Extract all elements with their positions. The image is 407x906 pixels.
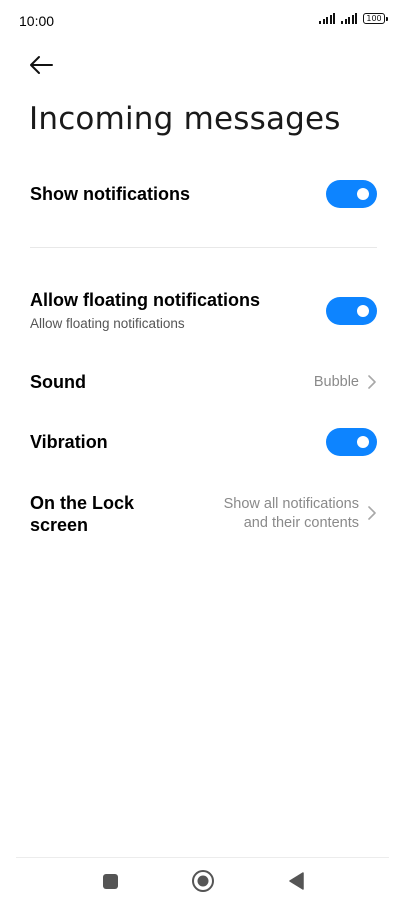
allow-floating-toggle[interactable] bbox=[326, 297, 377, 325]
sound-label: Sound bbox=[30, 372, 86, 392]
vibration-toggle[interactable] bbox=[326, 428, 377, 456]
chevron-right-icon bbox=[368, 506, 376, 520]
chevron-right-icon bbox=[368, 375, 376, 389]
divider bbox=[30, 247, 377, 248]
arrow-left-icon bbox=[30, 56, 53, 74]
lock-screen-value-line2: and their contents bbox=[243, 515, 359, 531]
battery-level: 100 bbox=[366, 14, 382, 23]
toggle-knob bbox=[357, 305, 369, 317]
status-time: 10:00 bbox=[19, 13, 55, 29]
home-button[interactable] bbox=[191, 869, 215, 893]
allow-floating-label: Allow floating notifications bbox=[30, 290, 260, 310]
lock-screen-row[interactable]: On the Lock screen Show all notification… bbox=[30, 492, 377, 538]
lock-screen-label-line1: On the Lock bbox=[30, 493, 135, 513]
show-notifications-toggle[interactable] bbox=[326, 180, 377, 208]
sound-row[interactable]: Sound Bubble bbox=[30, 370, 377, 396]
lock-screen-label-line2: screen bbox=[30, 515, 89, 535]
sound-value: Bubble bbox=[313, 374, 359, 390]
vibration-row[interactable]: Vibration bbox=[30, 428, 377, 458]
lock-screen-value-line1: Show all notifications bbox=[223, 496, 359, 512]
nav-back-button[interactable] bbox=[286, 870, 306, 892]
page-title: Incoming messages bbox=[29, 101, 341, 137]
status-bar: 10:00 100 bbox=[0, 0, 407, 44]
nav-divider bbox=[16, 857, 389, 858]
vibration-label: Vibration bbox=[30, 432, 108, 452]
signal-bars-icon bbox=[341, 13, 357, 24]
allow-floating-sublabel: Allow floating notifications bbox=[30, 316, 185, 331]
show-notifications-row[interactable]: Show notifications bbox=[30, 180, 377, 210]
allow-floating-row[interactable]: Allow floating notifications Allow float… bbox=[30, 290, 377, 336]
battery-icon: 100 bbox=[363, 13, 388, 24]
toggle-knob bbox=[357, 436, 369, 448]
lock-screen-value: Show all notifications and their content… bbox=[224, 495, 359, 533]
back-button[interactable] bbox=[26, 52, 56, 78]
square-icon bbox=[102, 873, 118, 889]
status-icons: 100 bbox=[319, 13, 388, 24]
toggle-knob bbox=[357, 188, 369, 200]
recents-button[interactable] bbox=[100, 871, 120, 891]
circle-icon bbox=[192, 870, 214, 892]
triangle-back-icon bbox=[289, 872, 304, 890]
signal-bars-icon bbox=[319, 13, 335, 24]
show-notifications-label: Show notifications bbox=[30, 184, 190, 204]
